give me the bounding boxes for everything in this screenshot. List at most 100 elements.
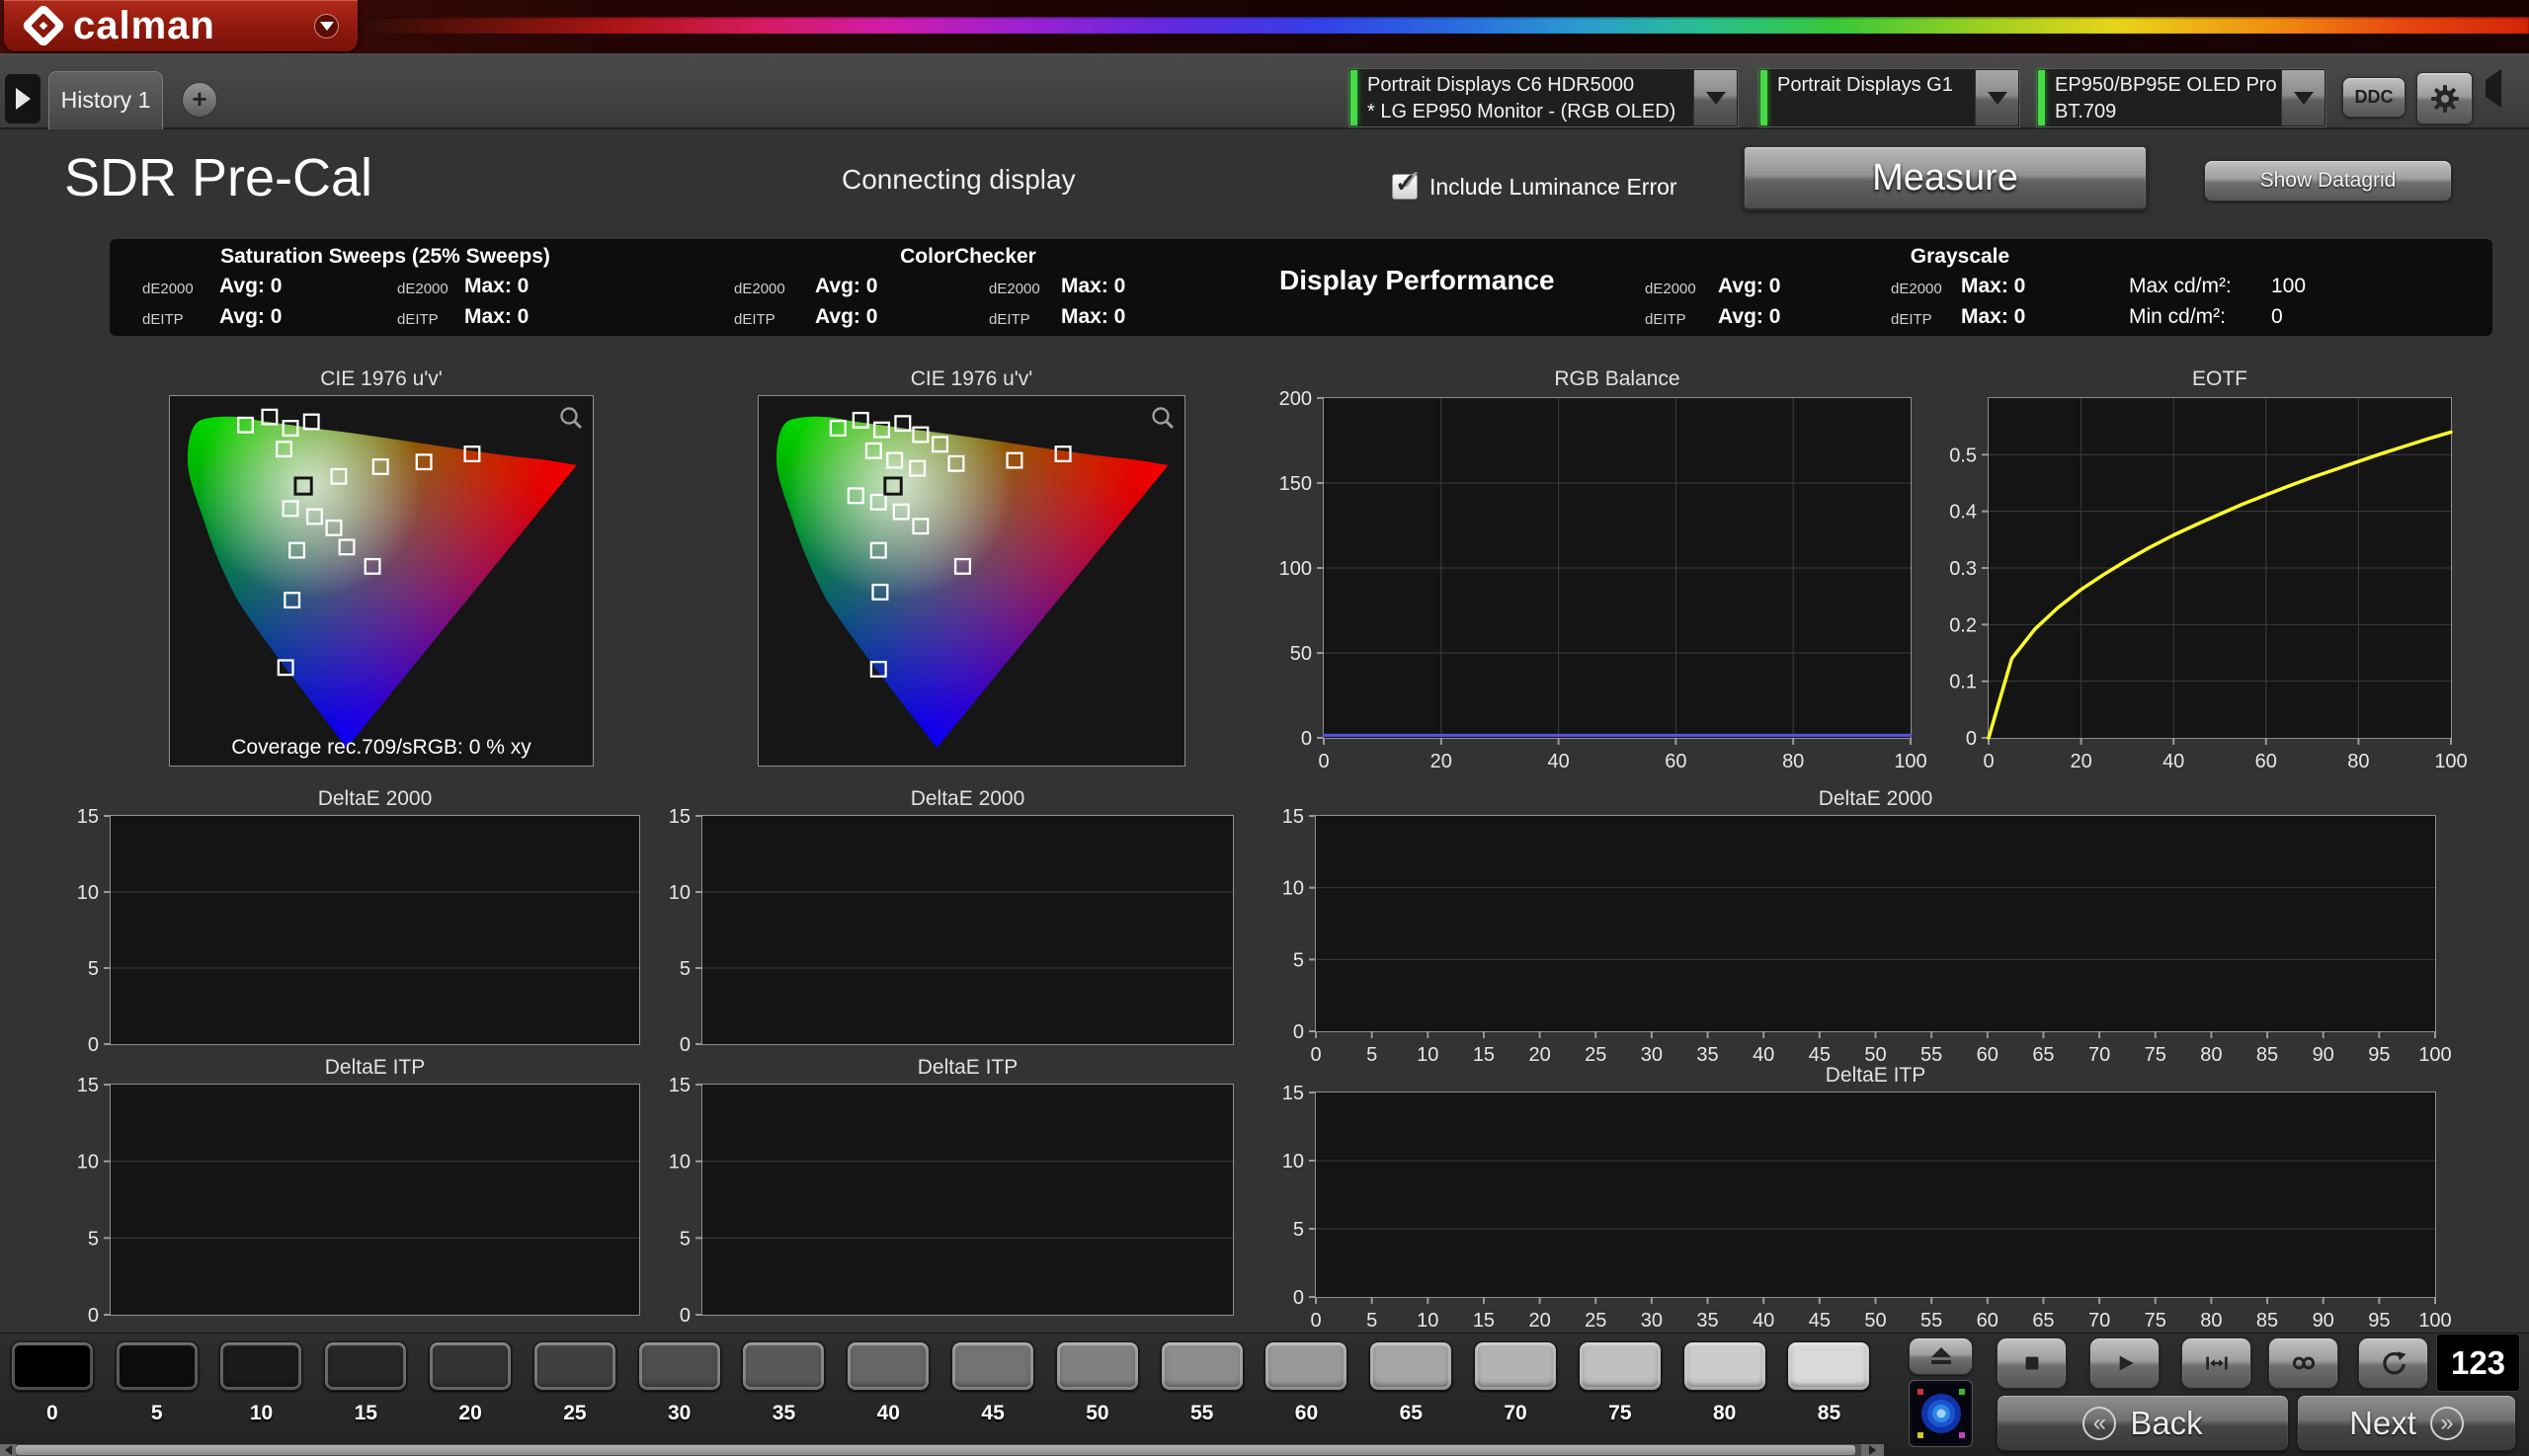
include-luminance-error-checkbox[interactable]: ✓ ✓ [1392,174,1418,200]
tab-label: History 1 [61,87,151,113]
gray-patch-50[interactable]: 50 [1045,1333,1150,1445]
gray-patch-45[interactable]: 45 [940,1333,1045,1445]
next-chevrons-icon: » [2430,1407,2464,1440]
patch-strip-scrollbar[interactable] [0,1444,1884,1456]
gray-patch-85[interactable]: 85 [1777,1333,1882,1445]
gray-patch-swatch[interactable] [429,1341,512,1391]
settings-button[interactable] [2416,72,2473,124]
tab-history-1[interactable]: History 1 [48,71,163,129]
workspace-nav-button[interactable] [5,74,41,123]
gray-patch-10[interactable]: 10 [209,1333,314,1445]
rgb-balance-title: RGB Balance [1323,367,1912,391]
logo-text: calman [73,0,215,51]
meter-select-source[interactable]: Portrait Displays C6 HDR5000 * LG EP950 … [1348,68,1739,127]
meter-dropdown-button[interactable] [1975,70,2018,125]
gray-patch-40[interactable]: 40 [836,1333,940,1445]
eotf-canvas: 02040608010000.10.20.30.40.5 [1989,398,2451,738]
zoom-icon[interactable] [1149,404,1177,432]
meter-dropdown-button[interactable] [1693,70,1737,125]
gray-patch-label: 5 [105,1402,209,1425]
gray-patch-swatch[interactable] [1161,1341,1244,1391]
saturation-sweeps-title: Saturation Sweeps (25% Sweeps) [217,245,553,269]
gray-patch-swatch[interactable] [1683,1341,1766,1391]
metric-label: dEITP [142,311,184,328]
metric-label: dE2000 [397,281,449,297]
calman-logo-menu[interactable]: calman [4,0,358,51]
meter-select-pattern-generator[interactable]: Portrait Displays G1 [1758,68,2020,127]
pattern-generator-button[interactable] [1909,1380,1973,1447]
back-label: Back [2130,1405,2202,1442]
next-button[interactable]: Next » [2297,1395,2516,1451]
svg-text:65: 65 [2032,1044,2054,1066]
gray-patch-label: 60 [1255,1402,1359,1425]
pattern-window-toggle-button[interactable] [1909,1337,1973,1375]
gray-patch-swatch[interactable] [11,1341,94,1391]
gray-patch-swatch[interactable] [1474,1341,1557,1391]
gray-patch-65[interactable]: 65 [1358,1333,1463,1445]
svg-text:5: 5 [1293,949,1304,971]
gray-patch-swatch[interactable] [742,1341,825,1391]
gray-patch-55[interactable]: 55 [1150,1333,1255,1445]
gray-patch-swatch[interactable] [1264,1341,1347,1391]
svg-text:0: 0 [88,1034,99,1056]
gray-patch-swatch[interactable] [1369,1341,1452,1391]
collapse-panel-icon[interactable] [2486,80,2501,98]
svg-text:55: 55 [1920,1044,1942,1066]
gray-patch-swatch[interactable] [324,1341,407,1391]
metric-label: dE2000 [142,281,194,297]
gray-patch-swatch[interactable] [951,1341,1034,1391]
zoom-icon[interactable] [557,404,585,432]
scrollbar-thumb[interactable] [16,1445,1855,1455]
svg-text:200: 200 [1279,388,1312,410]
refresh-button[interactable] [2358,1337,2428,1389]
scroll-right-icon[interactable] [1861,1444,1884,1456]
svg-text:15: 15 [669,1075,691,1096]
scroll-left-icon[interactable] [0,1444,16,1456]
gray-patch-swatch[interactable] [533,1341,616,1391]
show-datagrid-button[interactable]: Show Datagrid [2204,160,2452,202]
eotf-chart: 02040608010000.10.20.30.40.5 [1988,397,2452,739]
cie-horseshoe-canvas [170,396,593,766]
measure-count-display[interactable]: 123 [2436,1334,2520,1392]
gray-patch-swatch[interactable] [1056,1341,1139,1391]
meter-select-colorspace[interactable]: EP950/BP95E OLED Pro BT.709 [2036,68,2326,127]
logo-menu-caret-icon[interactable] [314,14,339,39]
gray-patch-20[interactable]: 20 [418,1333,523,1445]
play-button[interactable] [2089,1337,2160,1389]
measure-button[interactable]: Measure [1743,145,2148,210]
svg-text:10: 10 [77,882,99,904]
stop-button[interactable] [1997,1337,2067,1389]
metric-value: Max: 0 [464,275,529,298]
deitpw-canvas: 0510152025303540455055606570758085909510… [1316,1092,2435,1297]
gray-patch-80[interactable]: 80 [1672,1333,1777,1445]
gray-patch-35[interactable]: 35 [732,1333,837,1445]
gray-patch-swatch[interactable] [638,1341,721,1391]
back-button[interactable]: « Back [1997,1395,2289,1451]
svg-text:95: 95 [2368,1044,2390,1066]
continuous-measure-button[interactable] [2268,1337,2338,1389]
gray-patch-75[interactable]: 75 [1568,1333,1672,1445]
gray-patch-5[interactable]: 5 [105,1333,209,1445]
gray-patch-25[interactable]: 25 [523,1333,627,1445]
metric-value: Avg: 0 [1718,305,1780,329]
meter-dropdown-button[interactable] [2281,70,2325,125]
gray-patch-swatch[interactable] [847,1341,930,1391]
svg-text:10: 10 [77,1152,99,1173]
gray-patch-swatch[interactable] [1579,1341,1662,1391]
meter-line1: Portrait Displays C6 HDR5000 [1367,72,1688,99]
gray-patch-swatch[interactable] [219,1341,302,1391]
add-tab-button[interactable]: + [182,82,217,118]
gray-patch-15[interactable]: 15 [313,1333,418,1445]
gray-patch-swatch[interactable] [1787,1341,1870,1391]
step-range-button[interactable] [2181,1337,2251,1389]
checkmark-icon: ✓ [1395,168,1417,199]
gray-patch-60[interactable]: 60 [1255,1333,1359,1445]
gray-patch-0[interactable]: 0 [0,1333,105,1445]
arrow-right-icon [16,88,31,110]
gray-patch-30[interactable]: 30 [627,1333,732,1445]
metric-label: dEITP [397,311,439,328]
ddc-button[interactable]: DDC [2342,77,2406,118]
gray-patch-swatch[interactable] [116,1341,199,1391]
meter-status-stripe [1760,70,1767,125]
gray-patch-70[interactable]: 70 [1463,1333,1568,1445]
